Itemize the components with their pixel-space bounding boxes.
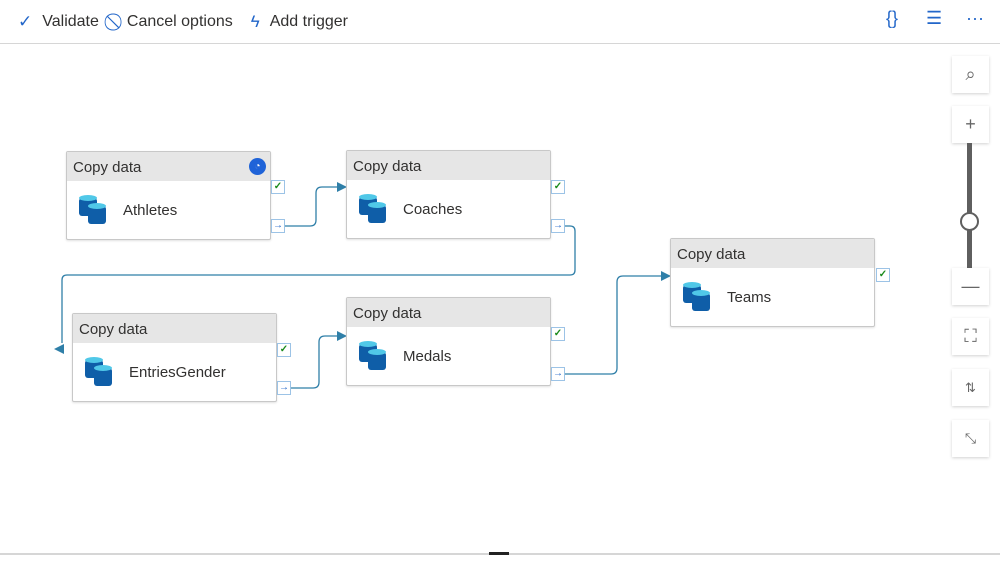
completion-port-icon[interactable]: → bbox=[271, 219, 285, 233]
success-port-icon[interactable]: ✓ bbox=[551, 327, 565, 341]
activity-athletes[interactable]: Copy data ◔ Athletes bbox=[66, 151, 271, 240]
activity-medals[interactable]: Copy data Medals bbox=[346, 297, 551, 386]
database-icon bbox=[683, 282, 713, 312]
completion-port-icon[interactable]: → bbox=[551, 219, 565, 233]
database-icon bbox=[359, 194, 389, 224]
connector-entries-medals bbox=[291, 335, 340, 389]
database-icon bbox=[85, 357, 115, 387]
schedule-icon: ◔ bbox=[249, 158, 266, 175]
database-icon bbox=[79, 195, 109, 225]
activity-coaches[interactable]: Copy data Coaches bbox=[346, 150, 551, 239]
zoom-out-button[interactable]: — bbox=[952, 268, 989, 305]
search-canvas-button[interactable]: ⌕ bbox=[952, 56, 989, 93]
success-port-icon[interactable]: ✓ bbox=[271, 180, 285, 194]
connector-medals-teams bbox=[565, 275, 664, 375]
completion-port-icon[interactable]: → bbox=[277, 381, 291, 395]
success-port-icon[interactable]: ✓ bbox=[277, 343, 291, 357]
activity-teams[interactable]: Copy data Teams bbox=[670, 238, 875, 327]
success-port-icon[interactable]: ✓ bbox=[551, 180, 565, 194]
collapse-button[interactable]: ⤡ bbox=[952, 420, 989, 457]
database-icon bbox=[359, 341, 389, 371]
activity-entriesgender[interactable]: Copy data EntriesGender bbox=[72, 313, 277, 402]
fit-to-screen-button[interactable]: ⛶ bbox=[952, 318, 989, 355]
panel-resize-handle[interactable] bbox=[489, 552, 509, 555]
zoom-in-button[interactable]: + bbox=[952, 106, 989, 143]
auto-align-button[interactable]: ⇅ bbox=[952, 369, 989, 406]
completion-port-icon[interactable]: → bbox=[551, 367, 565, 381]
zoom-slider[interactable] bbox=[967, 143, 972, 269]
connector-athletes-coaches bbox=[285, 186, 340, 227]
success-port-icon[interactable]: ✓ bbox=[876, 268, 890, 282]
